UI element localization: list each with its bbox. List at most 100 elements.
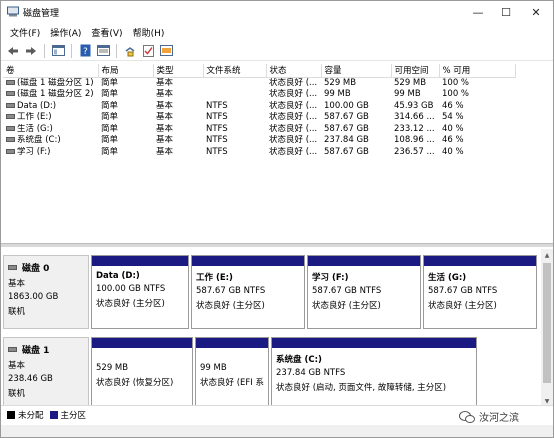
help-icon[interactable]: ? xyxy=(77,43,93,59)
partition-efi-body: 99 MB 状态良好 (EFI 系 xyxy=(196,348,268,391)
disk-0-status: 联机 xyxy=(8,307,26,317)
cell-status: 状态良好 (... xyxy=(269,100,318,111)
cell-volume: 系统盘 (C:) xyxy=(3,135,98,147)
column-header-capacity[interactable]: 容量 xyxy=(321,64,392,78)
column-header-status[interactable]: 状态 xyxy=(266,64,322,78)
svg-text:?: ? xyxy=(83,47,88,57)
column-header-volume[interactable]: 卷 xyxy=(3,64,99,78)
cell-percent-free: 100 % xyxy=(442,89,470,99)
cell-free-space: 236.57 ... xyxy=(394,146,435,157)
toolbar-separator xyxy=(71,43,72,58)
checklist-icon[interactable] xyxy=(140,43,156,59)
partition-d[interactable]: Data (D:) 100.00 GB NTFS 状态良好 (主分区) xyxy=(91,255,189,329)
cell-free-space: 99 MB xyxy=(394,89,421,99)
partition-g[interactable]: 生活 (G:) 587.67 GB NTFS 状态良好 (主分区) xyxy=(423,255,537,329)
properties-icon[interactable] xyxy=(95,43,111,59)
column-header-free-space[interactable]: 可用空间 xyxy=(391,64,440,78)
cell-status: 状态良好 (... xyxy=(269,146,318,157)
legend-unallocated-label: 未分配 xyxy=(18,410,44,421)
cell-layout: 简单 xyxy=(101,112,119,122)
cell-layout: 简单 xyxy=(101,146,119,157)
table-row[interactable]: 生活 (G:) 简单 基本 NTFS 状态良好 (... 587.67 GB 2… xyxy=(3,124,515,136)
volume-name: 学习 (F:) xyxy=(17,146,51,157)
primary-partition-bar xyxy=(272,338,476,348)
cell-free-space: 314.66 ... xyxy=(394,112,435,122)
partition-d-body: Data (D:) 100.00 GB NTFS 状态良好 (主分区) xyxy=(92,266,188,312)
primary-partition-bar xyxy=(196,338,268,348)
disk-1-size: 238.46 GB xyxy=(8,374,53,384)
partition-status: 状态良好 (EFI 系 xyxy=(200,378,264,388)
scrollbar-thumb[interactable] xyxy=(543,263,551,383)
unallocated-swatch xyxy=(7,410,15,419)
menu-view[interactable]: 查看(V) xyxy=(86,23,127,41)
cell-volume: Data (D:) xyxy=(3,101,98,113)
disk-1-info[interactable]: 磁盘 1 基本 238.46 GB 联机 xyxy=(3,337,89,407)
partition-status: 状态良好 (主分区) xyxy=(312,301,381,311)
volume-name: 生活 (G:) xyxy=(17,123,53,134)
partition-efi[interactable]: 99 MB 状态良好 (EFI 系 xyxy=(195,337,269,407)
table-row[interactable]: (磁盘 1 磁盘分区 1) 简单 基本 状态良好 (... 529 MB 529… xyxy=(3,77,515,89)
cell-capacity: 100.00 GB xyxy=(324,100,369,111)
disk-1-row: 磁盘 1 基本 238.46 GB 联机 529 MB 状态良好 (恢复分区) … xyxy=(3,337,539,407)
partition-recovery[interactable]: 529 MB 状态良好 (恢复分区) xyxy=(91,337,193,407)
primary-partition-bar xyxy=(92,256,188,266)
partition-name: 工作 (E:) xyxy=(196,273,233,283)
watermark-text: 汝河之滨 xyxy=(479,413,519,424)
cell-type: 基本 xyxy=(156,135,174,145)
menu-action[interactable]: 操作(A) xyxy=(45,23,86,41)
forward-icon[interactable] xyxy=(23,43,39,59)
disk-0-type: 基本 xyxy=(8,279,26,289)
toolbar-separator xyxy=(44,43,45,58)
disk-management-app-icon xyxy=(7,6,19,17)
disk-map-scrollbar[interactable]: ▲ ▼ xyxy=(541,249,553,421)
minimize-button[interactable]: — xyxy=(463,1,493,23)
disk-icon[interactable] xyxy=(158,43,174,59)
maximize-button[interactable]: ☐ xyxy=(491,1,521,23)
column-header-percent-free[interactable]: % 可用 xyxy=(439,64,516,78)
primary-partition-bar xyxy=(308,256,420,266)
cell-filesystem: NTFS xyxy=(206,112,228,122)
cell-capacity: 587.67 GB xyxy=(324,123,369,134)
column-header-type[interactable]: 类型 xyxy=(153,64,204,78)
table-row[interactable]: (磁盘 1 磁盘分区 2) 简单 基本 状态良好 (... 99 MB 99 M… xyxy=(3,89,515,101)
cell-percent-free: 40 % xyxy=(442,123,464,134)
legend-primary-label: 主分区 xyxy=(60,410,87,421)
menu-file[interactable]: 文件(F) xyxy=(5,23,45,41)
pane-splitter[interactable] xyxy=(1,243,553,247)
table-row[interactable]: 系统盘 (C:) 简单 基本 NTFS 状态良好 (... 237.84 GB … xyxy=(3,135,515,147)
volume-name: 系统盘 (C:) xyxy=(17,135,61,145)
cell-percent-free: 54 % xyxy=(442,112,464,122)
cell-status: 状态良好 (... xyxy=(269,77,318,88)
partition-status: 状态良好 (主分区) xyxy=(428,301,497,311)
cell-filesystem: NTFS xyxy=(206,100,228,111)
table-row[interactable]: Data (D:) 简单 基本 NTFS 状态良好 (... 100.00 GB… xyxy=(3,101,515,113)
disk-0-info[interactable]: 磁盘 0 基本 1863.00 GB 联机 xyxy=(3,255,89,329)
close-button[interactable]: ✕ xyxy=(521,1,551,23)
column-header-layout[interactable]: 布局 xyxy=(98,64,154,78)
disk-1-status: 联机 xyxy=(8,389,26,399)
primary-partition-bar xyxy=(192,256,304,266)
cell-filesystem xyxy=(203,77,266,89)
toolbar: ? xyxy=(1,41,553,61)
partition-c[interactable]: 系统盘 (C:) 237.84 GB NTFS 状态良好 (启动, 页面文件, … xyxy=(271,337,477,407)
disk-1-type: 基本 xyxy=(8,361,26,371)
window-title: 磁盘管理 xyxy=(23,9,60,19)
partition-f[interactable]: 学习 (F:) 587.67 GB NTFS 状态良好 (主分区) xyxy=(307,255,421,329)
disk-0-title: 磁盘 0 xyxy=(8,261,84,274)
partition-e[interactable]: 工作 (E:) 587.67 GB NTFS 状态良好 (主分区) xyxy=(191,255,305,329)
watermark: 汝河之滨 xyxy=(459,409,519,424)
volume-icon xyxy=(6,91,15,96)
connect-icon[interactable] xyxy=(122,43,138,59)
console-tree-icon[interactable] xyxy=(50,43,66,59)
cell-type: 基本 xyxy=(156,77,174,88)
cell-percent-free: 46 % xyxy=(442,135,464,145)
partition-g-body: 生活 (G:) 587.67 GB NTFS 状态良好 (主分区) xyxy=(424,266,536,314)
menu-help[interactable]: 帮助(H) xyxy=(128,23,170,41)
column-header-filesystem[interactable]: 文件系统 xyxy=(203,64,267,78)
scroll-up-icon[interactable]: ▲ xyxy=(541,249,553,261)
partition-e-body: 工作 (E:) 587.67 GB NTFS 状态良好 (主分区) xyxy=(192,266,304,314)
back-icon[interactable] xyxy=(5,43,21,59)
table-row[interactable]: 工作 (E:) 简单 基本 NTFS 状态良好 (... 587.67 GB 3… xyxy=(3,112,515,124)
cell-capacity: 99 MB xyxy=(324,89,351,99)
table-row[interactable]: 学习 (F:) 简单 基本 NTFS 状态良好 (... 587.67 GB 2… xyxy=(3,147,515,159)
